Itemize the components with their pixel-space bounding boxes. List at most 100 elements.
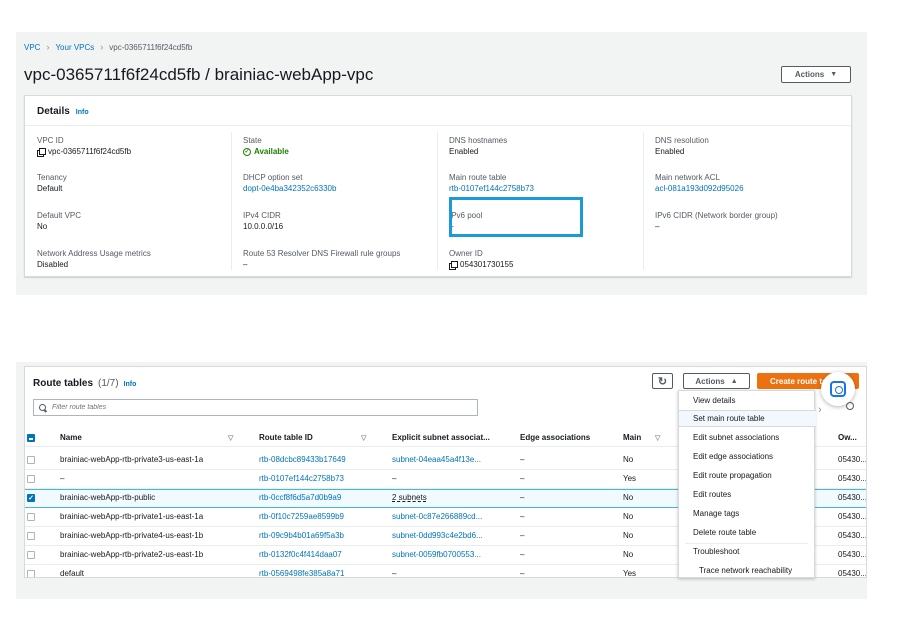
breadcrumb-vpc[interactable]: VPC <box>24 43 40 52</box>
sort-icon[interactable]: ▽ <box>361 434 366 442</box>
menu-item-edit-routes[interactable]: Edit routes <box>693 490 731 499</box>
column-subnet-assoc[interactable]: Explicit subnet associat... <box>392 433 490 442</box>
cell-name: brainiac-webApp-rtb-public <box>60 493 156 502</box>
cell-route-table-id[interactable]: rtb-0132f0c4f414daa07 <box>259 550 342 559</box>
row-checkbox[interactable] <box>27 551 35 559</box>
field-label: IPv4 CIDR <box>243 211 281 220</box>
field-tenancy: Tenancy Default <box>37 172 227 195</box>
row-checkbox-checked[interactable]: ✓ <box>27 494 35 502</box>
row-checkbox[interactable] <box>27 456 35 464</box>
field-owner-id: Owner ID 054301730155 <box>449 248 639 271</box>
actions-label: Actions <box>794 70 825 79</box>
filter-input[interactable] <box>52 404 452 411</box>
field-label: Route 53 Resolver DNS Firewall rule grou… <box>243 249 401 258</box>
selection-count: (1/7) <box>98 378 119 389</box>
info-link[interactable]: Info <box>124 381 137 388</box>
column-route-table-id[interactable]: Route table ID <box>259 433 313 442</box>
sort-icon[interactable]: ▽ <box>228 434 233 442</box>
row-checkbox[interactable] <box>27 475 35 483</box>
main-acl-link[interactable]: acl-081a193d092d95026 <box>655 183 845 195</box>
menu-item-edit-route-propagation[interactable]: Edit route propagation <box>693 471 772 480</box>
cell-subnet[interactable]: 2 subnets <box>392 493 427 502</box>
chevron-right-icon: › <box>46 42 50 52</box>
chevron-right-icon: › <box>100 42 104 52</box>
field-value: Enabled <box>655 147 685 156</box>
column-name[interactable]: Name <box>60 433 82 442</box>
field-label: Tenancy <box>37 173 67 182</box>
menu-item-view-details[interactable]: View details <box>693 396 736 405</box>
copy-icon[interactable] <box>37 148 46 157</box>
field-value: – <box>243 260 248 269</box>
cell-route-table-id[interactable]: rtb-0107ef144c2758b73 <box>259 474 344 483</box>
cell-name: brainiac-webApp-rtb-private4-us-east-1b <box>60 531 204 540</box>
cell-route-table-id[interactable]: rtb-09c9b4b01a69f5a3b <box>259 531 344 540</box>
field-dhcp: DHCP option set dopt-0e4ba342352c6330b <box>243 172 433 195</box>
cell-subnet[interactable]: subnet-0dd993c4e2bd6... <box>392 531 483 540</box>
row-checkbox[interactable] <box>27 513 35 521</box>
actions-label: Actions <box>695 376 725 386</box>
vpc-details-screenshot: VPC › Your VPCs › vpc-0365711f6f24cd5fb … <box>16 32 867 295</box>
cell-edge: – <box>520 493 525 502</box>
menu-item-trace-network-reachability[interactable]: Trace network reachability <box>699 566 792 575</box>
main-route-table-link[interactable]: rtb-0107ef144c2758b73 <box>449 183 639 195</box>
owner-id-value: 054301730155 <box>460 260 514 269</box>
column-main[interactable]: Main <box>623 433 641 442</box>
actions-button[interactable]: Actions ▼ <box>781 66 851 83</box>
column-divider <box>437 132 438 270</box>
caret-down-icon: ▼ <box>830 71 838 78</box>
menu-item-delete-route-table[interactable]: Delete route table <box>693 528 756 537</box>
cell-main: No <box>623 455 634 464</box>
actions-button[interactable]: Actions ▲ <box>683 373 750 389</box>
field-vpc-id: VPC ID vpc-0365711f6f24cd5fb <box>37 135 227 158</box>
row-checkbox[interactable] <box>27 532 35 540</box>
visual-search-button[interactable] <box>821 372 855 406</box>
highlight-box <box>449 197 583 237</box>
field-ipv4-cidr: IPv4 CIDR 10.0.0.0/16 <box>243 210 433 233</box>
cell-main: No <box>623 550 634 559</box>
field-main-acl: Main network ACL acl-081a193d092d95026 <box>655 172 845 195</box>
check-circle-icon: ✓ <box>243 148 251 156</box>
column-edge-assoc[interactable]: Edge associations <box>520 433 590 442</box>
cell-route-table-id[interactable]: rtb-0ccf8f6d5a7d0b9a9 <box>259 493 341 502</box>
menu-item-manage-tags[interactable]: Manage tags <box>693 509 739 518</box>
filter-field[interactable] <box>33 399 478 416</box>
cell-name: – <box>60 474 65 483</box>
settings-icon[interactable] <box>846 402 854 410</box>
column-owner[interactable]: Ow... <box>838 433 857 442</box>
copy-icon[interactable] <box>449 261 458 270</box>
field-dns-resolution: DNS resolution Enabled <box>655 135 845 158</box>
state-value: Available <box>254 147 289 156</box>
field-label: IPv6 CIDR (Network border group) <box>655 211 778 220</box>
dhcp-link[interactable]: dopt-0e4ba342352c6330b <box>243 183 433 195</box>
breadcrumb-your-vpcs[interactable]: Your VPCs <box>55 43 94 52</box>
cell-route-table-id[interactable]: rtb-0f10c7259ae8599b9 <box>259 512 344 521</box>
field-value: – <box>655 222 660 231</box>
cell-subnet[interactable]: subnet-0c87e266889cd... <box>392 512 482 521</box>
sort-icon[interactable]: ▽ <box>655 434 660 442</box>
select-all-checkbox[interactable] <box>27 434 35 442</box>
field-label: State <box>243 136 262 145</box>
menu-item-edit-subnet-associations[interactable]: Edit subnet associations <box>693 433 779 442</box>
cell-owner: 05430... <box>838 455 867 464</box>
refresh-button[interactable]: ↻ <box>652 373 673 389</box>
cell-main: No <box>623 512 634 521</box>
search-icon <box>39 403 47 412</box>
cell-subnet[interactable]: subnet-04eaa45a4f13e... <box>392 455 481 464</box>
cell-owner: 05430... <box>838 493 867 502</box>
field-label: Main network ACL <box>655 173 720 182</box>
menu-item-edit-edge-associations[interactable]: Edit edge associations <box>693 452 773 461</box>
field-value: Disabled <box>37 260 69 269</box>
field-value: 10.0.0.0/16 <box>243 222 284 231</box>
info-link[interactable]: Info <box>76 109 89 116</box>
cell-owner: 05430... <box>838 531 867 540</box>
field-value: ✓ Available <box>243 146 433 158</box>
field-value: Default <box>37 184 63 193</box>
menu-item-set-main-route-table[interactable]: Set main route table <box>679 410 816 427</box>
cell-main: No <box>623 531 634 540</box>
cell-subnet[interactable]: subnet-0059fb0700553... <box>392 550 481 559</box>
cell-main: No <box>623 493 634 502</box>
cell-route-table-id[interactable]: rtb-08dcbc89433b17649 <box>259 455 346 464</box>
field-label: Network Address Usage metrics <box>37 249 151 258</box>
divider <box>25 125 851 126</box>
chevron-right-icon[interactable]: › <box>818 404 822 416</box>
